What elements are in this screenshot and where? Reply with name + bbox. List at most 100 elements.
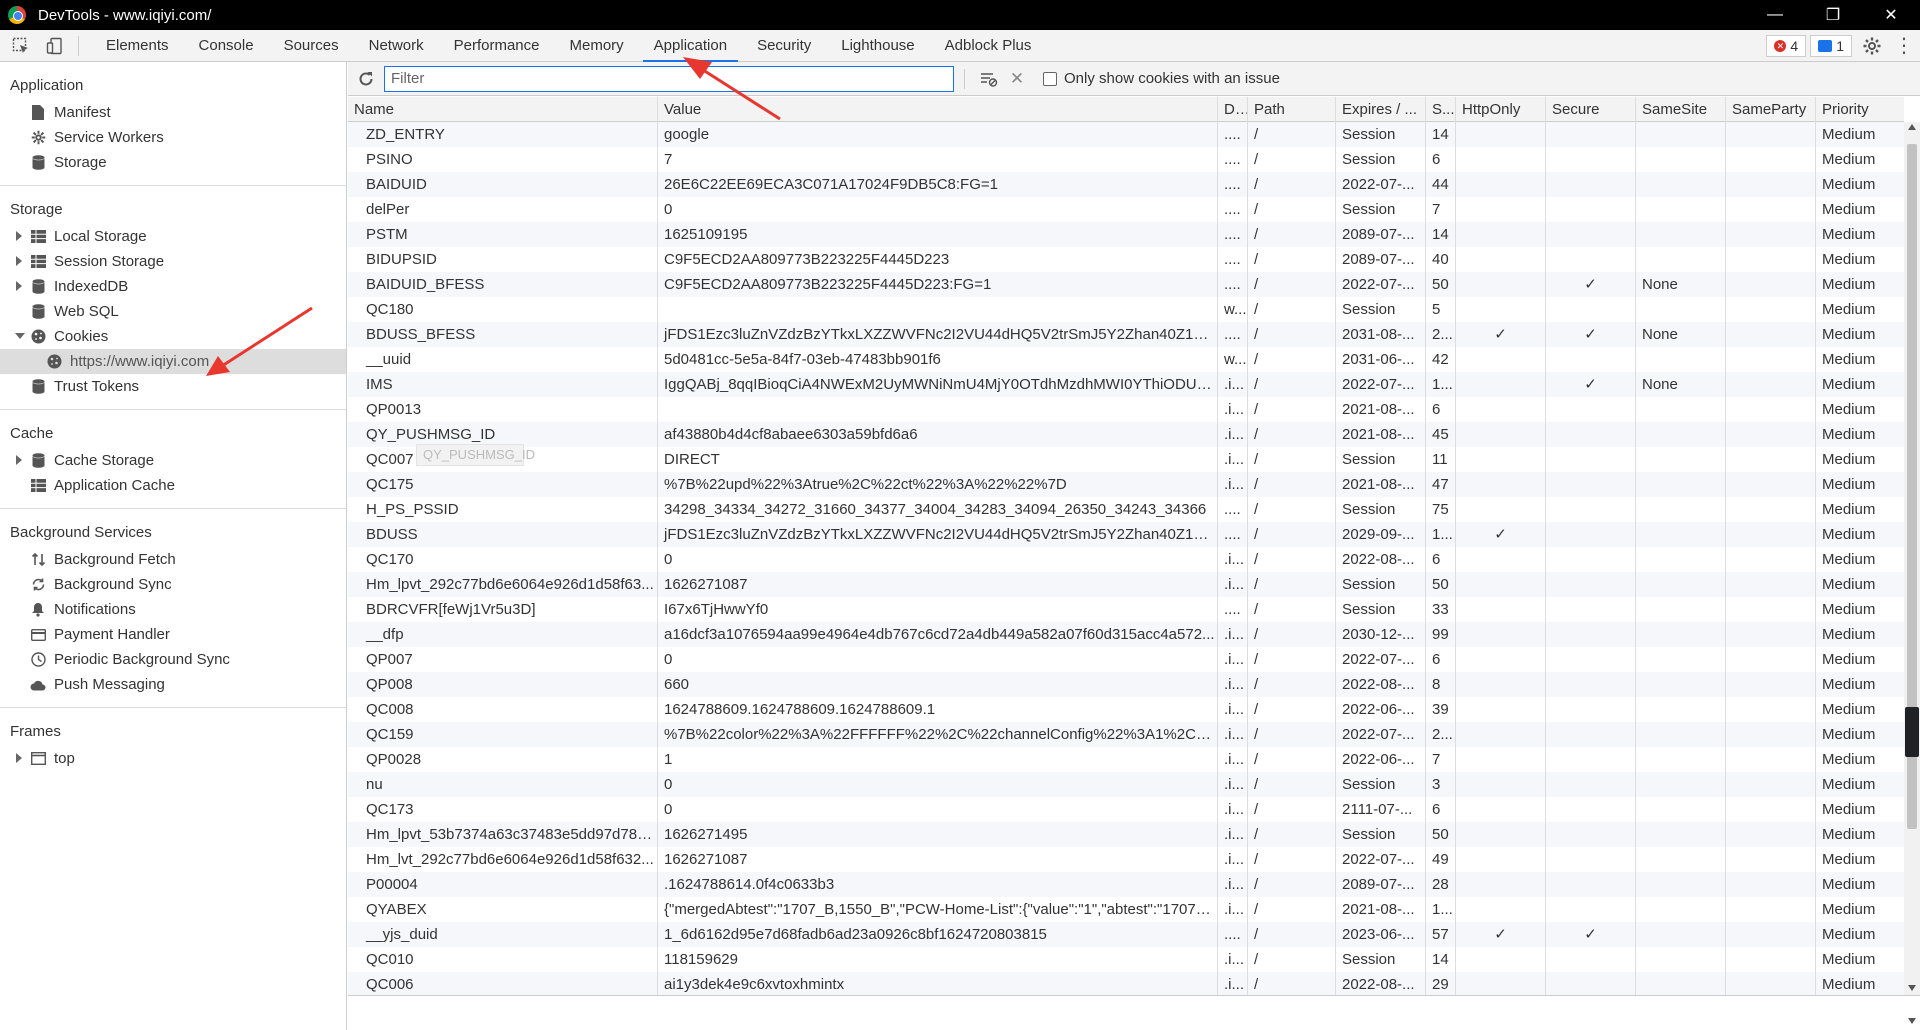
sidebar-item-indexeddb[interactable]: IndexedDB: [0, 274, 346, 299]
table-row[interactable]: H_PS_PSSID 34298_34334_34272_31660_34377_…: [348, 497, 1904, 522]
sidebar-item-cookies[interactable]: Cookies: [0, 324, 346, 349]
sidebar-item-background-sync[interactable]: Background Sync: [0, 572, 346, 597]
table-row[interactable]: QP0028 1 .i.../2022-06-... 7 Medium: [348, 747, 1904, 772]
sidebar-item-local-storage[interactable]: Local Storage: [0, 224, 346, 249]
sidebar-item-background-fetch[interactable]: Background Fetch: [0, 547, 346, 572]
expand-arrow-icon[interactable]: [16, 256, 22, 266]
table-row[interactable]: QC170 0 .i.../2022-08-... 6 Medium: [348, 547, 1904, 572]
table-row[interactable]: BAIDUID 26E6C22EE69ECA3C071A17024F9DB5C8:…: [348, 172, 1904, 197]
clear-filtered-cookies-icon[interactable]: [975, 71, 1003, 87]
column-header-priority[interactable]: Priority: [1816, 97, 1904, 122]
sidebar-item-cookie-origin[interactable]: https://www.iqiyi.com: [0, 349, 346, 374]
column-header-sameparty[interactable]: SameParty: [1726, 97, 1816, 122]
scroll-up-arrow-icon[interactable]: [1908, 124, 1916, 130]
table-row[interactable]: QC159 %7B%22color%22%3A%22FFFFFF%22%2C%22…: [348, 722, 1904, 747]
expand-arrow-icon[interactable]: [16, 281, 22, 291]
sidebar-item-application-cache[interactable]: Application Cache: [0, 473, 346, 498]
tab-sources[interactable]: Sources: [269, 30, 354, 62]
column-header-value[interactable]: Value: [658, 97, 1218, 122]
message-count-badge[interactable]: 1: [1810, 34, 1852, 57]
table-row[interactable]: QP0013 .i.../2021-08-... 6 Medium: [348, 397, 1904, 422]
table-row[interactable]: __uuid 5d0481cc-5e5a-84f7-03eb-47483bb901…: [348, 347, 1904, 372]
column-header-httponly[interactable]: HttpOnly: [1456, 97, 1546, 122]
tab-application[interactable]: Application: [639, 30, 742, 62]
minimize-button[interactable]: —: [1746, 0, 1804, 30]
error-count-badge[interactable]: ✕ 4: [1766, 34, 1807, 57]
table-row[interactable]: QC007 DIRECT .i... / Session 11 Medium: [348, 447, 1904, 472]
table-row[interactable]: QC006 ai1y3dek4e9c6xvtoxhmintx .i.../2022-…: [348, 972, 1904, 995]
table-row[interactable]: QP008 660 .i.../2022-08-... 8 Medium: [348, 672, 1904, 697]
table-row[interactable]: nu 0 .i... / Session 3 Medium: [348, 772, 1904, 797]
cookie-filter-input[interactable]: [384, 65, 954, 92]
tab-adblock-plus[interactable]: Adblock Plus: [930, 30, 1047, 62]
sidebar-item-periodic-background-sync[interactable]: Periodic Background Sync: [0, 647, 346, 672]
table-row[interactable]: Hm_lpvt_292c77bd6e6064e926d1d58f63... 162…: [348, 572, 1904, 597]
table-row[interactable]: BDUSS jFDS1Ezc3luZnVZdzBzYTkxLXZZWVFNc2I2…: [348, 522, 1904, 547]
collapse-arrow-icon[interactable]: [15, 333, 25, 339]
tab-elements[interactable]: Elements: [91, 30, 184, 62]
column-header-size[interactable]: S...: [1426, 97, 1456, 122]
table-row[interactable]: QC008 1624788609.1624788609.1624788609.1.…: [348, 697, 1904, 722]
table-row[interactable]: IMS IggQABj_8qqIBioqCiA4NWExM2UyMWNiNmU4M…: [348, 372, 1904, 397]
sidebar-item-notifications[interactable]: Notifications: [0, 597, 346, 622]
table-row[interactable]: ZD_ENTRY google.... / Session 14 Medium: [348, 122, 1904, 147]
expand-arrow-icon[interactable]: [16, 455, 22, 465]
sidebar-item-trust-tokens[interactable]: Trust Tokens: [0, 374, 346, 399]
vertical-scrollbar[interactable]: [1904, 122, 1920, 995]
expand-arrow-icon[interactable]: [16, 231, 22, 241]
column-header-name[interactable]: Name: [348, 97, 658, 122]
tab-network[interactable]: Network: [354, 30, 439, 62]
sidebar-item-service-workers[interactable]: Service Workers: [0, 125, 346, 150]
sidebar-item-session-storage[interactable]: Session Storage: [0, 249, 346, 274]
table-row[interactable]: PSINO 7.... / Session 6 Medium: [348, 147, 1904, 172]
sidebar-item-web-sql[interactable]: Web SQL: [0, 299, 346, 324]
tab-lighthouse[interactable]: Lighthouse: [826, 30, 929, 62]
table-row[interactable]: __dfp a16dcf3a1076594aa99e4964e4db767c6cd…: [348, 622, 1904, 647]
column-header-samesite[interactable]: SameSite: [1636, 97, 1726, 122]
scroll-down-arrow-icon[interactable]: [1908, 1018, 1916, 1024]
sidebar-item-storage-overview[interactable]: Storage: [0, 150, 346, 175]
column-header-domain[interactable]: D...: [1218, 97, 1248, 122]
table-row[interactable]: BDUSS_BFESS jFDS1Ezc3luZnVZdzBzYTkxLXZZWV…: [348, 322, 1904, 347]
sidebar-item-manifest[interactable]: Manifest: [0, 100, 346, 125]
table-row[interactable]: P00004.1624788614.0f4c0633b3 .i.../2089-0…: [348, 872, 1904, 897]
column-header-secure[interactable]: Secure: [1546, 97, 1636, 122]
settings-gear-icon[interactable]: [1856, 30, 1888, 62]
table-row[interactable]: Hm_lvt_292c77bd6e6064e926d1d58f632... 162…: [348, 847, 1904, 872]
table-row[interactable]: QC010 118159629 .i... / Session 14 Medium: [348, 947, 1904, 972]
scroll-down-arrow-icon[interactable]: [1908, 985, 1916, 991]
table-row[interactable]: QC175 %7B%22upd%22%3Atrue%2C%22ct%22%3A%2…: [348, 472, 1904, 497]
table-row[interactable]: Hm_lpvt_53b7374a63c37483e5dd97d78d... 162…: [348, 822, 1904, 847]
table-row[interactable]: __yjs_duid 1_6d6162d95e7d68fadb6ad23a0926…: [348, 922, 1904, 947]
delete-selected-icon[interactable]: ✕: [1003, 69, 1031, 89]
refresh-icon[interactable]: [348, 71, 384, 87]
close-button[interactable]: ✕: [1862, 0, 1920, 30]
column-header-expires[interactable]: Expires / ...: [1336, 97, 1426, 122]
only-issue-checkbox[interactable]: [1043, 71, 1057, 86]
tab-security[interactable]: Security: [742, 30, 826, 62]
table-row[interactable]: BIDUPSID C9F5ECD2AA809773B223225F4445D223…: [348, 247, 1904, 272]
sidebar-item-push-messaging[interactable]: Push Messaging: [0, 672, 346, 697]
maximize-button[interactable]: ❐: [1804, 0, 1862, 30]
table-row[interactable]: QC173 0 .i.../2111-07-... 6 Medium: [348, 797, 1904, 822]
table-row[interactable]: QY_PUSHMSG_ID af43880b4d4cf8abaee6303a59b…: [348, 422, 1904, 447]
tab-performance[interactable]: Performance: [439, 30, 555, 62]
tab-console[interactable]: Console: [184, 30, 269, 62]
table-row[interactable]: BDRCVFR[feWj1Vr5u3D] I67x6TjHwwYf0.... / Se…: [348, 597, 1904, 622]
table-row[interactable]: QYABEX {"mergedAbtest":"1707_B,1550_B","P…: [348, 897, 1904, 922]
sidebar-item-cache-storage[interactable]: Cache Storage: [0, 448, 346, 473]
device-toolbar-icon[interactable]: [42, 33, 68, 59]
inspect-element-icon[interactable]: [8, 33, 34, 59]
table-row[interactable]: BAIDUID_BFESS C9F5ECD2AA809773B223225F444…: [348, 272, 1904, 297]
expand-arrow-icon[interactable]: [16, 753, 22, 763]
more-options-icon[interactable]: ⋮: [1888, 30, 1920, 62]
sidebar-item-payment-handler[interactable]: Payment Handler: [0, 622, 346, 647]
table-row[interactable]: PSTM 1625109195..../2089-07-... 14 Medium: [348, 222, 1904, 247]
column-header-path[interactable]: Path: [1248, 97, 1336, 122]
cell-domain: ....: [1218, 272, 1248, 297]
sidebar-item-frame-top[interactable]: top: [0, 746, 346, 771]
table-row[interactable]: QC180 w... / Session 5 Medium: [348, 297, 1904, 322]
table-row[interactable]: QP007 0 .i.../2022-07-... 6 Medium: [348, 647, 1904, 672]
table-row[interactable]: delPer 0.... / Session 7 Medium: [348, 197, 1904, 222]
tab-memory[interactable]: Memory: [555, 30, 639, 62]
